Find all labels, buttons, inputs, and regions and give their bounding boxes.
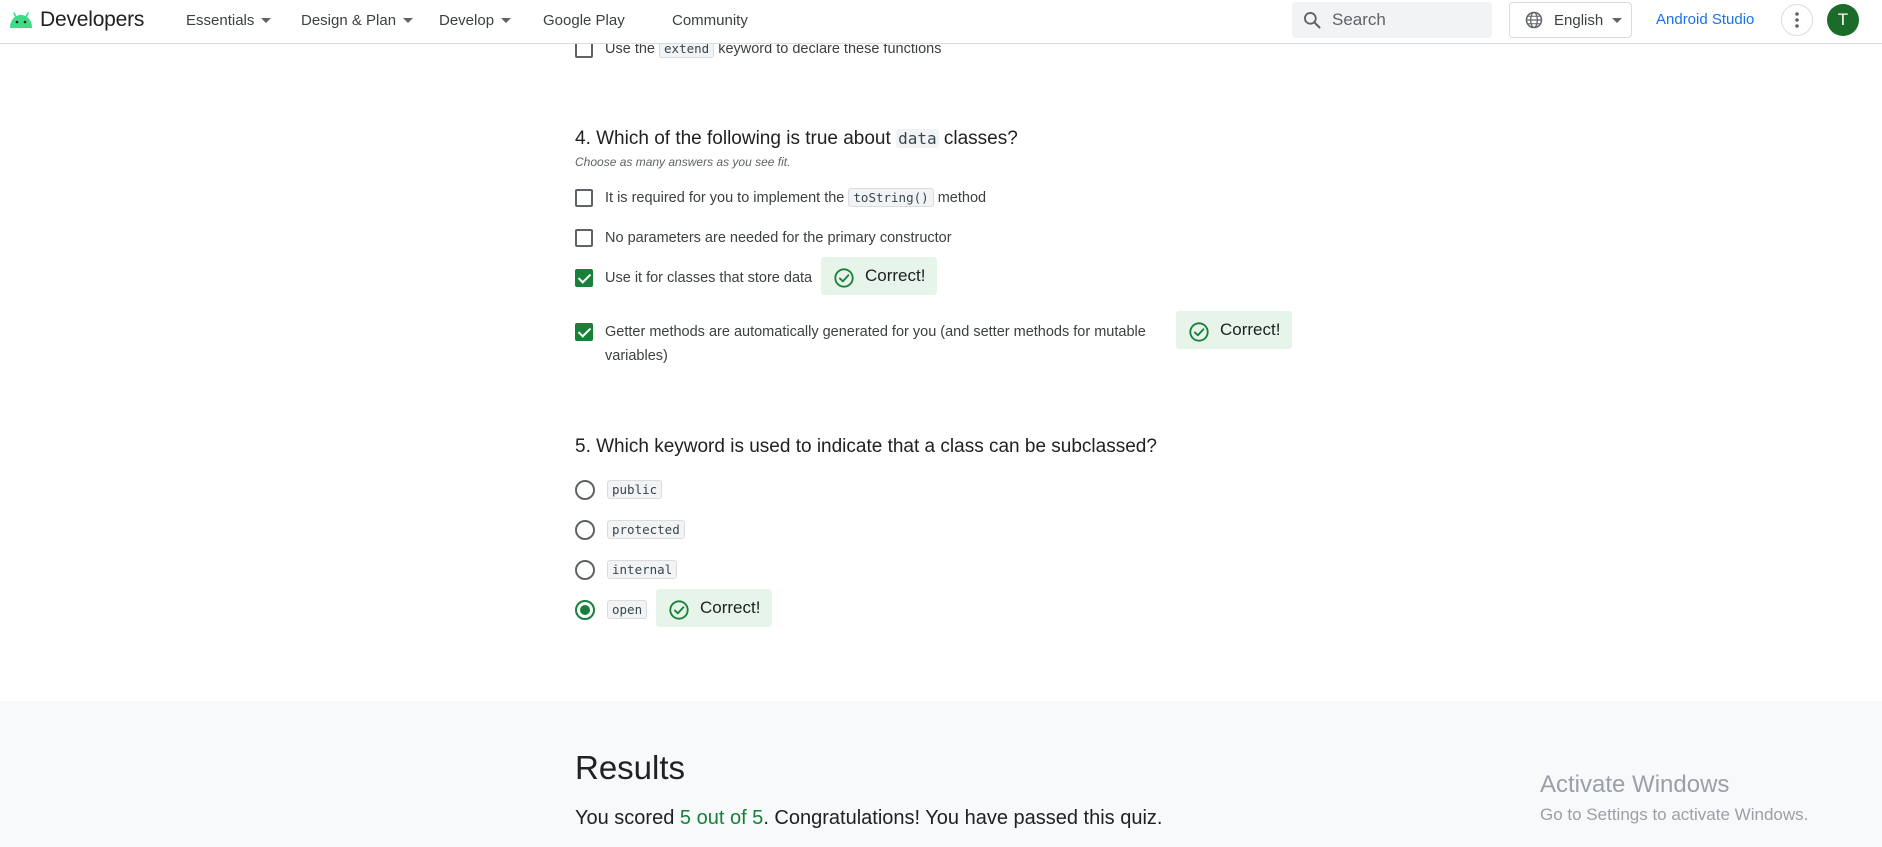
nav-label: Design & Plan (301, 11, 397, 29)
correct-label: Correct! (865, 266, 926, 285)
check-circle-icon (669, 599, 689, 620)
developers-logo[interactable]: Developers (8, 8, 144, 32)
check-circle-icon (834, 267, 854, 288)
top-app-bar: Developers Essentials Design & Plan Deve… (0, 0, 1882, 44)
activate-windows-watermark: Activate Windows Go to Settings to activ… (1540, 771, 1808, 825)
q5-option-protected[interactable]: protected (575, 520, 685, 540)
correct-label: Correct! (700, 598, 761, 617)
globe-icon (1525, 11, 1543, 29)
nav-community[interactable]: Community (672, 0, 748, 40)
question-text: 4. Which of the following is true about (575, 128, 891, 149)
question-text: classes? (943, 128, 1018, 149)
question-5-title: 5. Which keyword is used to indicate tha… (575, 436, 1157, 457)
nav-label: Essentials (186, 11, 255, 29)
results-section: Results You scored 5 out of 5. Congratul… (0, 701, 1882, 847)
correct-label: Correct! (1220, 320, 1281, 339)
nav-essentials[interactable]: Essentials (186, 0, 272, 40)
correct-feedback: Correct! (656, 589, 773, 627)
check-circle-icon (1189, 321, 1209, 342)
score-pre: You scored (575, 807, 675, 829)
checkbox-checked[interactable] (575, 269, 593, 287)
option-code: public (607, 480, 663, 499)
caret-down-icon (261, 17, 272, 23)
watermark-subtitle: Go to Settings to activate Windows. (1540, 805, 1809, 824)
question-code: data (896, 129, 939, 148)
checkbox-checked[interactable] (575, 323, 593, 341)
question-4-title: 4. Which of the following is true about … (575, 128, 1018, 150)
nav-label: Develop (439, 11, 495, 29)
caret-down-icon (403, 17, 414, 23)
language-selector[interactable]: English (1509, 2, 1632, 38)
option-text-post: method (937, 190, 987, 206)
q4-option-2[interactable]: No parameters are needed for the primary… (575, 229, 952, 247)
option-text-pre: It is required for you to implement the (605, 190, 845, 206)
android-icon (10, 12, 32, 28)
more-options-button[interactable] (1781, 4, 1813, 36)
logo-text: Developers (40, 8, 145, 31)
correct-feedback: Correct! (821, 257, 938, 295)
option-code: open (607, 600, 648, 619)
correct-feedback: Correct! (1176, 311, 1293, 349)
score-text: You scored 5 out of 5. Congratulations! … (575, 807, 1162, 830)
caret-down-icon (1612, 17, 1623, 23)
search-placeholder: Search (1332, 10, 1386, 29)
question-4-hint: Choose as many answers as you see fit. (575, 155, 791, 169)
option-text: No parameters are needed for the primary… (605, 230, 952, 246)
search-input[interactable]: Search (1292, 2, 1492, 38)
option-text: Getter methods are automatically generat… (605, 320, 1146, 368)
avatar[interactable]: T (1827, 4, 1859, 36)
q4-option-3[interactable]: Use it for classes that store data (575, 269, 812, 287)
option-text: It is required for you to implement the … (605, 188, 987, 207)
q4-option-1[interactable]: It is required for you to implement the … (575, 188, 987, 207)
nav-google-play[interactable]: Google Play (543, 0, 625, 40)
checkbox[interactable] (575, 229, 593, 247)
q5-option-public[interactable]: public (575, 480, 663, 500)
nav-develop[interactable]: Develop (439, 0, 512, 40)
nav-design-plan[interactable]: Design & Plan (301, 0, 414, 40)
option-text-line1: Getter methods are automatically generat… (605, 324, 1146, 340)
q4-option-4[interactable]: Getter methods are automatically generat… (575, 323, 1146, 368)
option-code: internal (607, 560, 678, 579)
android-studio-link[interactable]: Android Studio (1656, 0, 1754, 40)
option-code: toString() (848, 188, 934, 207)
checkbox[interactable] (575, 189, 593, 207)
watermark-title: Activate Windows (1540, 771, 1730, 798)
option-code: protected (607, 520, 685, 539)
search-icon (1304, 12, 1321, 29)
score-post: . Congratulations! You have passed this … (763, 807, 1163, 829)
nav-label: Community (672, 11, 748, 29)
score-value: 5 out of 5 (679, 807, 764, 829)
radio-button[interactable] (575, 560, 595, 580)
option-text: Use it for classes that store data (605, 270, 813, 286)
radio-button-selected[interactable] (575, 600, 595, 620)
radio-button[interactable] (575, 520, 595, 540)
q5-option-open[interactable]: open (575, 600, 648, 620)
more-vert-icon (1795, 12, 1799, 28)
caret-down-icon (501, 17, 512, 23)
nav-label: Google Play (543, 11, 625, 29)
results-title: Results (575, 749, 686, 786)
option-text-line2: variables) (605, 348, 668, 364)
q5-option-internal[interactable]: internal (575, 560, 678, 580)
radio-button[interactable] (575, 480, 595, 500)
language-label: English (1554, 11, 1604, 29)
